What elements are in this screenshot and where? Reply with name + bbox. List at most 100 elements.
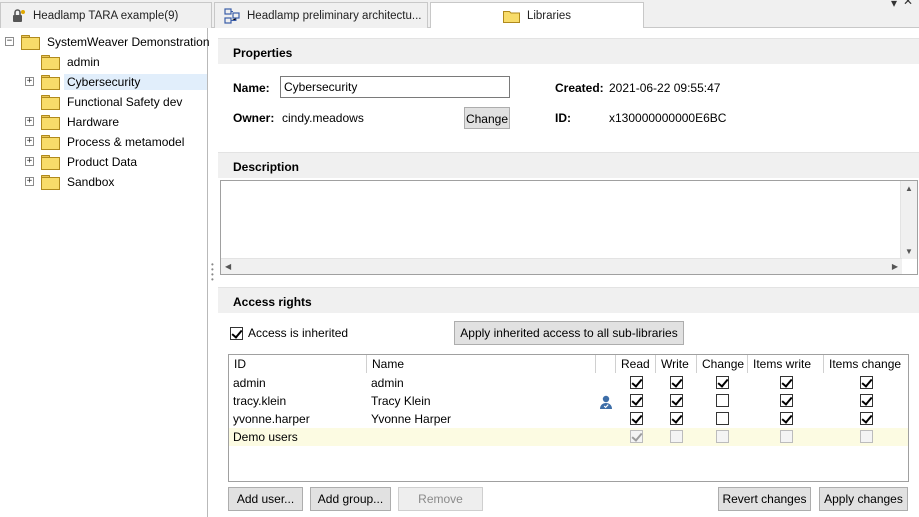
apply-inherited-access-button[interactable]: Apply inherited access to all sub-librar…: [454, 321, 684, 345]
description-field[interactable]: ▲ ▼ ◀ ▶: [220, 180, 918, 275]
expand-icon[interactable]: +: [25, 177, 34, 186]
access-rights-table[interactable]: ID Name Read Write Change Items write It…: [228, 354, 909, 482]
items-change-checkbox[interactable]: [859, 412, 873, 425]
tree-node-cybersecurity[interactable]: + Cybersecurity: [25, 72, 207, 91]
change-checkbox[interactable]: [716, 430, 729, 443]
column-header-name[interactable]: Name: [367, 355, 596, 373]
column-header-change[interactable]: Change: [697, 355, 748, 373]
cell-name: Tracy Klein: [371, 394, 431, 408]
column-header-icon[interactable]: [596, 355, 616, 373]
folder-icon: [41, 175, 60, 190]
add-user-button[interactable]: Add user...: [228, 487, 303, 511]
cell-read: [616, 428, 656, 446]
tree-node-functional-safety[interactable]: Functional Safety dev: [25, 92, 185, 111]
folder-icon: [21, 35, 40, 50]
architecture-icon: [223, 7, 241, 24]
tab-headlamp-architecture[interactable]: Headlamp preliminary architectu...: [214, 2, 428, 28]
items-change-checkbox[interactable]: [859, 376, 873, 389]
cell-items-change: [824, 428, 908, 446]
created-value: 2021-06-22 09:55:47: [609, 81, 721, 95]
collapse-icon[interactable]: −: [5, 37, 14, 46]
items-write-checkbox[interactable]: [779, 430, 793, 443]
access-inherited-label: Access is inherited: [248, 326, 349, 340]
expand-icon[interactable]: +: [25, 117, 34, 126]
read-checkbox[interactable]: [629, 376, 643, 389]
change-checkbox[interactable]: [716, 376, 729, 389]
read-checkbox[interactable]: [629, 430, 643, 443]
tree-node-product-data[interactable]: + Product Data: [25, 152, 140, 171]
access-inherited-checkbox[interactable]: [230, 326, 243, 340]
tab-label: Libraries: [526, 10, 572, 22]
tree-node-hardware[interactable]: + Hardware: [25, 112, 122, 131]
column-header-read[interactable]: Read: [616, 355, 656, 373]
tab-list-chevron-icon[interactable]: ▾: [891, 0, 897, 10]
access-inherited-toggle[interactable]: Access is inherited: [230, 326, 348, 340]
expand-icon[interactable]: +: [25, 157, 34, 166]
close-icon[interactable]: ✕: [903, 0, 913, 8]
scroll-left-icon[interactable]: ◀: [225, 262, 231, 271]
remove-button[interactable]: Remove: [398, 487, 483, 511]
tree-node-sandbox[interactable]: + Sandbox: [25, 172, 117, 191]
items-write-checkbox[interactable]: [779, 412, 793, 425]
table-row[interactable]: tracy.klein Tracy Klein: [229, 392, 908, 410]
scroll-down-icon[interactable]: ▼: [905, 247, 913, 256]
change-owner-button[interactable]: Change: [464, 107, 510, 129]
scroll-up-icon[interactable]: ▲: [905, 184, 913, 193]
splitter-handle[interactable]: • • • •: [211, 261, 214, 284]
cell-name: [367, 428, 596, 446]
cell-items-change: [824, 410, 908, 428]
tab-libraries[interactable]: Libraries: [430, 2, 644, 29]
cell-items-write: [748, 410, 824, 428]
revert-changes-button[interactable]: Revert changes: [718, 487, 811, 511]
read-checkbox[interactable]: [629, 394, 643, 407]
column-header-write[interactable]: Write: [656, 355, 697, 373]
tree-node-admin[interactable]: admin: [25, 52, 103, 71]
expand-icon[interactable]: +: [25, 137, 34, 146]
table-row[interactable]: yvonne.harper Yvonne Harper: [229, 410, 908, 428]
tree-node-process-metamodel[interactable]: + Process & metamodel: [25, 132, 187, 151]
items-change-checkbox[interactable]: [859, 430, 873, 443]
owner-label: Owner:: [233, 111, 275, 125]
items-write-checkbox[interactable]: [779, 394, 793, 407]
table-row[interactable]: admin admin: [229, 374, 908, 392]
scroll-right-icon[interactable]: ▶: [892, 262, 898, 271]
library-tree: − SystemWeaver Demonstration admin + Cyb…: [0, 28, 210, 517]
cell-change: [697, 410, 748, 428]
description-vertical-scrollbar[interactable]: ▲ ▼: [900, 181, 917, 259]
table-row[interactable]: Demo users: [229, 428, 908, 446]
owner-value: cindy.meadows: [282, 111, 364, 125]
folder-icon: [41, 115, 60, 130]
tree-node-root[interactable]: − SystemWeaver Demonstration: [5, 32, 213, 51]
column-header-items-write[interactable]: Items write: [748, 355, 824, 373]
id-label: ID:: [555, 111, 571, 125]
cell-icon: [596, 428, 616, 446]
cell-icon: [596, 392, 616, 410]
tab-headlamp-tara[interactable]: Headlamp TARA example(9): [0, 2, 212, 28]
items-change-checkbox[interactable]: [859, 394, 873, 407]
cell-id: yvonne.harper: [233, 412, 310, 426]
cell-change: [697, 392, 748, 410]
expand-icon[interactable]: +: [25, 77, 34, 86]
tree-node-label: Hardware: [67, 114, 120, 129]
created-label: Created:: [555, 81, 604, 95]
cell-read: [616, 392, 656, 410]
change-checkbox[interactable]: [716, 394, 729, 407]
cell-items-write: [748, 374, 824, 392]
user-icon: [598, 394, 614, 410]
write-checkbox[interactable]: [670, 376, 683, 389]
name-field[interactable]: Cybersecurity: [280, 76, 510, 98]
write-checkbox[interactable]: [670, 394, 683, 407]
change-checkbox[interactable]: [716, 412, 729, 425]
description-horizontal-scrollbar[interactable]: ◀ ▶: [221, 258, 902, 274]
read-checkbox[interactable]: [629, 412, 643, 425]
items-write-checkbox[interactable]: [779, 376, 793, 389]
write-checkbox[interactable]: [670, 430, 683, 443]
lock-icon: [9, 8, 27, 24]
document-tab-bar: Headlamp TARA example(9) Headlamp prelim…: [0, 0, 919, 29]
column-header-id[interactable]: ID: [229, 355, 367, 373]
add-group-button[interactable]: Add group...: [310, 487, 391, 511]
write-checkbox[interactable]: [670, 412, 683, 425]
cell-change: [697, 374, 748, 392]
column-header-items-change[interactable]: Items change: [824, 355, 908, 373]
apply-changes-button[interactable]: Apply changes: [819, 487, 908, 511]
